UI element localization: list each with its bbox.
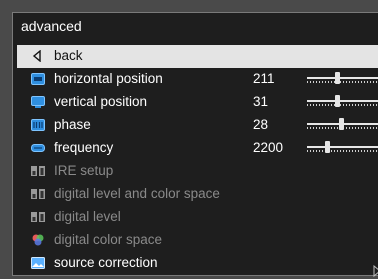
slider-track: [307, 146, 378, 148]
digital-level-icon: [31, 212, 45, 222]
frequency-slider[interactable]: [307, 141, 378, 155]
horizontal-position-icon: [31, 73, 45, 85]
back-arrow-icon: [32, 50, 41, 62]
scroll-right-arrow-icon[interactable]: [373, 265, 378, 277]
digital-level-color-space-icon: [31, 189, 45, 199]
menu-item-label: IRE setup: [54, 163, 114, 178]
ire-setup-icon: [31, 166, 45, 176]
menu-item-label: phase: [54, 117, 91, 132]
menu-item-label: source correction: [54, 255, 158, 270]
slider-ticks: [307, 81, 378, 83]
slider-thumb[interactable]: [325, 141, 330, 153]
menu-item-label: digital level and color space: [54, 186, 220, 201]
menu-item-ire-setup: IRE setup: [17, 160, 378, 183]
slider-track: [307, 100, 378, 102]
menu-item-phase[interactable]: phase 28: [17, 114, 378, 137]
menu-item-label: digital level: [54, 209, 121, 224]
slider-ticks: [307, 104, 378, 106]
slider-thumb[interactable]: [339, 118, 344, 130]
menu-item-vertical-position[interactable]: vertical position 31: [17, 91, 378, 114]
menu-item-value: 2200: [253, 140, 284, 155]
menu-item-source-correction[interactable]: source correction: [17, 252, 378, 275]
vertical-position-slider[interactable]: [307, 95, 378, 109]
vertical-position-icon: [31, 96, 45, 108]
phase-icon: [31, 119, 45, 131]
menu-item-frequency[interactable]: frequency 2200: [17, 137, 378, 160]
slider-ticks: [307, 150, 378, 152]
menu-item-value: 31: [253, 94, 269, 109]
menu-title: advanced: [21, 18, 82, 34]
digital-color-space-icon: [32, 234, 44, 246]
menu-item-label: back: [54, 48, 83, 63]
menu-item-label: vertical position: [54, 94, 148, 109]
menu-item-digital-level-and-color-space: digital level and color space: [17, 183, 378, 206]
menu-item-horizontal-position[interactable]: horizontal position 211: [17, 68, 378, 91]
menu-item-label: digital color space: [54, 232, 163, 247]
menu-item-value: 28: [253, 117, 269, 132]
phase-slider[interactable]: [307, 118, 378, 132]
frequency-icon: [31, 144, 45, 152]
menu-item-label: frequency: [54, 140, 114, 155]
horizontal-position-slider[interactable]: [307, 72, 378, 86]
menu-item-value: 211: [253, 71, 275, 86]
menu-item-label: horizontal position: [54, 71, 163, 86]
source-correction-icon: [31, 257, 45, 269]
menu-list: back horizontal position 211 vertical po…: [17, 45, 378, 275]
menu-item-digital-level: digital level: [17, 206, 378, 229]
slider-track: [307, 77, 378, 79]
slider-thumb[interactable]: [335, 72, 340, 84]
slider-thumb[interactable]: [335, 95, 340, 107]
menu-item-digital-color-space: digital color space: [17, 229, 378, 252]
menu-item-back[interactable]: back: [17, 45, 378, 68]
advanced-menu-panel: advanced back horizontal position 211 ve…: [12, 12, 378, 277]
